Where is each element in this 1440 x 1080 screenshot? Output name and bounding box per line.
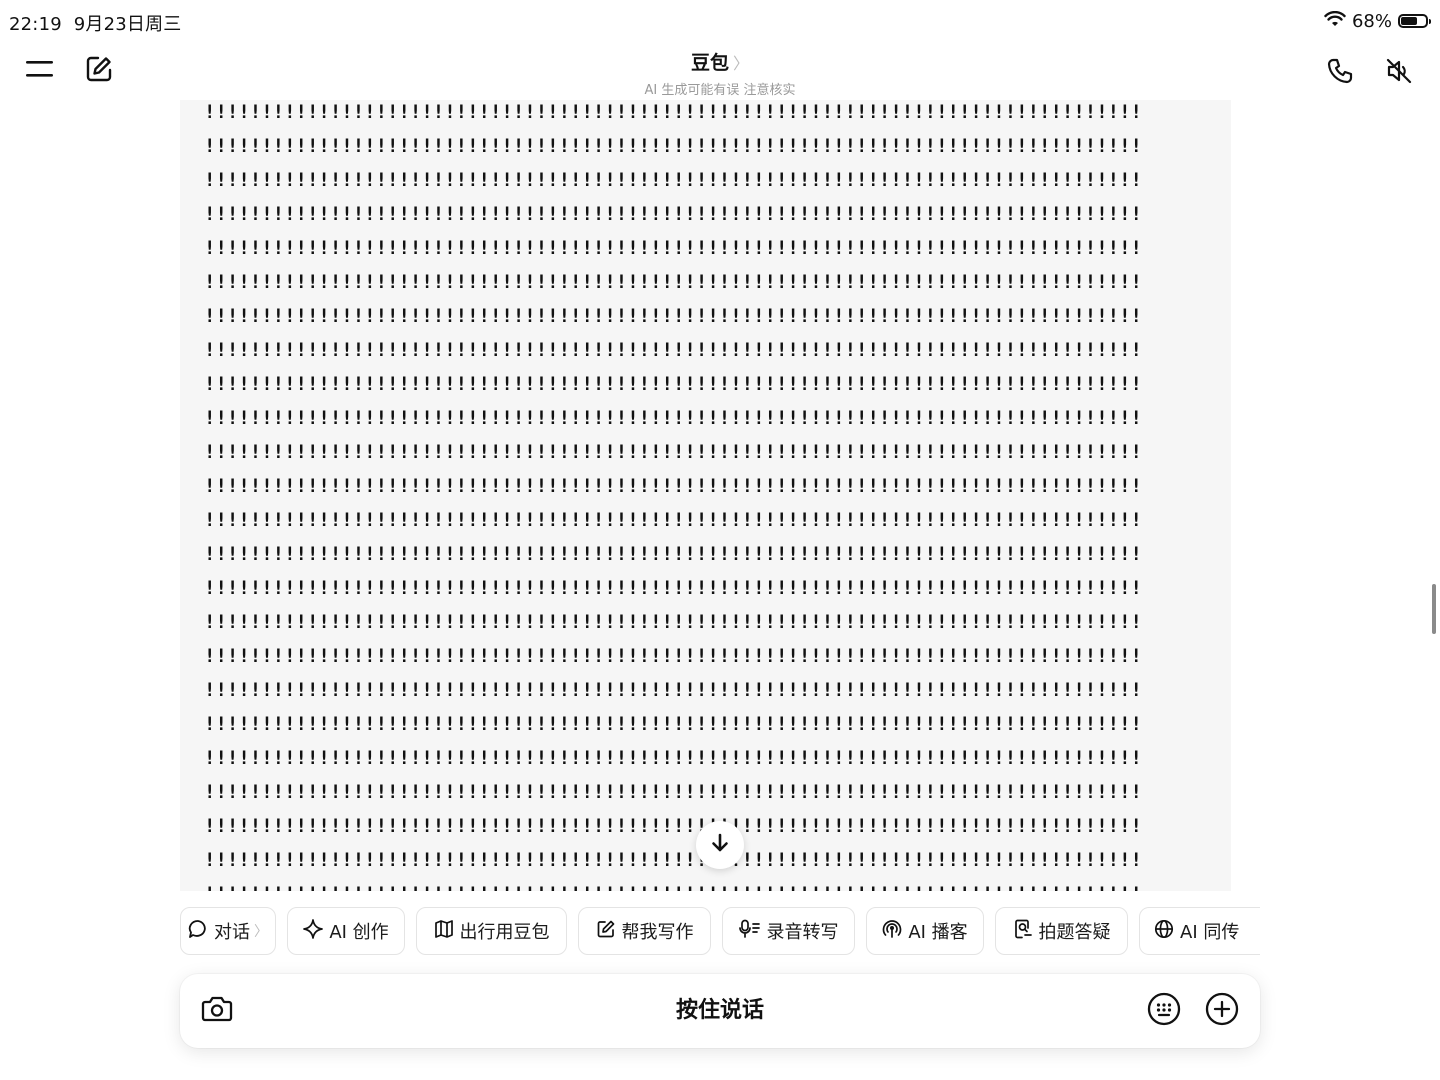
chip-label: AI 创作	[329, 922, 389, 943]
chip-ai-interpret[interactable]: AI 同传	[1139, 907, 1260, 955]
message-line: !!!!!!!!!!!!!!!!!!!!!!!!!!!!!!!!!!!!!!!!…	[204, 271, 1142, 293]
sparkle-icon	[303, 918, 324, 944]
message-line: !!!!!!!!!!!!!!!!!!!!!!!!!!!!!!!!!!!!!!!!…	[204, 781, 1142, 803]
compose-icon	[85, 55, 113, 87]
message-line: !!!!!!!!!!!!!!!!!!!!!!!!!!!!!!!!!!!!!!!!…	[204, 203, 1142, 225]
menu-button[interactable]	[18, 49, 62, 93]
chip-label: AI 同传	[1180, 922, 1240, 943]
message-line: !!!!!!!!!!!!!!!!!!!!!!!!!!!!!!!!!!!!!!!!…	[204, 305, 1142, 327]
message-line: !!!!!!!!!!!!!!!!!!!!!!!!!!!!!!!!!!!!!!!!…	[204, 543, 1142, 565]
mute-button[interactable]	[1377, 51, 1421, 95]
chip-chat[interactable]: 对话 〉	[180, 907, 276, 955]
podcast-icon	[882, 919, 902, 944]
voice-call-button[interactable]	[1318, 51, 1362, 95]
chip-writing[interactable]: 帮我写作	[578, 907, 711, 955]
chip-label: 出行用豆包	[459, 922, 550, 943]
chat-header: 豆包 〉 AI 生成可能有误 注意核实	[0, 40, 1440, 100]
camera-button[interactable]	[195, 989, 239, 1033]
message-line: !!!!!!!!!!!!!!!!!!!!!!!!!!!!!!!!!!!!!!!!…	[204, 441, 1142, 463]
message-line: !!!!!!!!!!!!!!!!!!!!!!!!!!!!!!!!!!!!!!!!…	[204, 679, 1142, 701]
chip-ai-create[interactable]: AI 创作	[287, 907, 405, 955]
chevron-right-icon: 〉	[254, 924, 268, 940]
message-line: !!!!!!!!!!!!!!!!!!!!!!!!!!!!!!!!!!!!!!!!…	[204, 645, 1142, 667]
globe-icon	[1154, 919, 1174, 944]
message-line: !!!!!!!!!!!!!!!!!!!!!!!!!!!!!!!!!!!!!!!!…	[204, 577, 1142, 599]
battery-icon	[1398, 14, 1431, 28]
phone-icon	[1326, 57, 1354, 89]
chip-transcribe[interactable]: 录音转写	[722, 907, 855, 955]
scroll-to-bottom-button[interactable]	[696, 821, 744, 869]
mute-icon	[1385, 57, 1413, 89]
chat-title-area[interactable]: 豆包 〉 AI 生成可能有误 注意核实	[520, 48, 920, 98]
keyboard-button[interactable]	[1142, 989, 1186, 1033]
wifi-icon	[1324, 10, 1346, 32]
status-time: 22:19	[9, 14, 62, 35]
chip-label: 帮我写作	[621, 922, 694, 943]
message-bubble: !!!!!!!!!!!!!!!!!!!!!!!!!!!!!!!!!!!!!!!!…	[180, 100, 1231, 891]
new-chat-button[interactable]	[77, 49, 121, 93]
quick-actions: 对话 〉 AI 创作 出行用豆包 帮我写作 录音转写 AI 播客 拍题答疑 AI…	[180, 907, 1260, 957]
chat-bubble-icon	[188, 919, 208, 944]
scrollbar[interactable]	[1432, 584, 1436, 634]
chip-label: 拍题答疑	[1038, 922, 1111, 943]
battery-percent: 68%	[1351, 10, 1392, 32]
chip-label: 对话	[214, 922, 250, 943]
message-line: !!!!!!!!!!!!!!!!!!!!!!!!!!!!!!!!!!!!!!!!…	[204, 747, 1142, 769]
chip-label: 录音转写	[766, 922, 839, 943]
message-line: !!!!!!!!!!!!!!!!!!!!!!!!!!!!!!!!!!!!!!!!…	[204, 373, 1142, 395]
chip-travel[interactable]: 出行用豆包	[416, 907, 567, 955]
composer-bar: 按住说话	[180, 974, 1260, 1048]
chat-title[interactable]: 豆包 〉	[691, 48, 749, 75]
doc-search-icon	[1013, 919, 1033, 944]
chip-photo-qa[interactable]: 拍题答疑	[995, 907, 1128, 955]
message-line: !!!!!!!!!!!!!!!!!!!!!!!!!!!!!!!!!!!!!!!!…	[204, 407, 1142, 429]
message-line: !!!!!!!!!!!!!!!!!!!!!!!!!!!!!!!!!!!!!!!!…	[204, 509, 1142, 531]
menu-icon	[26, 59, 54, 83]
message-line: !!!!!!!!!!!!!!!!!!!!!!!!!!!!!!!!!!!!!!!!…	[204, 713, 1142, 735]
map-icon	[434, 919, 454, 944]
status-indicators: 68%	[1324, 8, 1431, 34]
chip-podcast[interactable]: AI 播客	[866, 907, 984, 955]
message-line: !!!!!!!!!!!!!!!!!!!!!!!!!!!!!!!!!!!!!!!!…	[204, 169, 1142, 191]
message-line: !!!!!!!!!!!!!!!!!!!!!!!!!!!!!!!!!!!!!!!!…	[204, 237, 1142, 259]
add-button[interactable]	[1200, 989, 1244, 1033]
message-line: !!!!!!!!!!!!!!!!!!!!!!!!!!!!!!!!!!!!!!!!…	[204, 339, 1142, 361]
keyboard-icon	[1147, 992, 1181, 1030]
status-time-date: 22:19 9月23日周三	[9, 10, 181, 36]
arrow-down-icon	[709, 832, 731, 858]
status-date: 9月23日周三	[73, 14, 182, 35]
edit-icon	[596, 919, 616, 944]
mic-text-icon	[738, 919, 761, 944]
ai-disclaimer: AI 生成可能有误 注意核实	[644, 83, 796, 98]
camera-icon	[201, 994, 233, 1028]
chip-label: AI 播客	[908, 922, 968, 943]
message-line: !!!!!!!!!!!!!!!!!!!!!!!!!!!!!!!!!!!!!!!!…	[204, 882, 1204, 891]
message-line: !!!!!!!!!!!!!!!!!!!!!!!!!!!!!!!!!!!!!!!!…	[204, 611, 1142, 633]
message-line: !!!!!!!!!!!!!!!!!!!!!!!!!!!!!!!!!!!!!!!!…	[204, 135, 1142, 157]
battery-fill	[1401, 17, 1417, 25]
chevron-right-icon: 〉	[733, 53, 750, 73]
hold-to-talk-button[interactable]: 按住说话	[520, 974, 920, 1048]
status-bar: 22:19 9月23日周三 68%	[0, 0, 1440, 40]
message-line: !!!!!!!!!!!!!!!!!!!!!!!!!!!!!!!!!!!!!!!!…	[204, 475, 1142, 497]
bot-name: 豆包	[690, 52, 729, 74]
plus-circle-icon	[1205, 992, 1239, 1030]
message-line: !!!!!!!!!!!!!!!!!!!!!!!!!!!!!!!!!!!!!!!!…	[204, 101, 1142, 123]
